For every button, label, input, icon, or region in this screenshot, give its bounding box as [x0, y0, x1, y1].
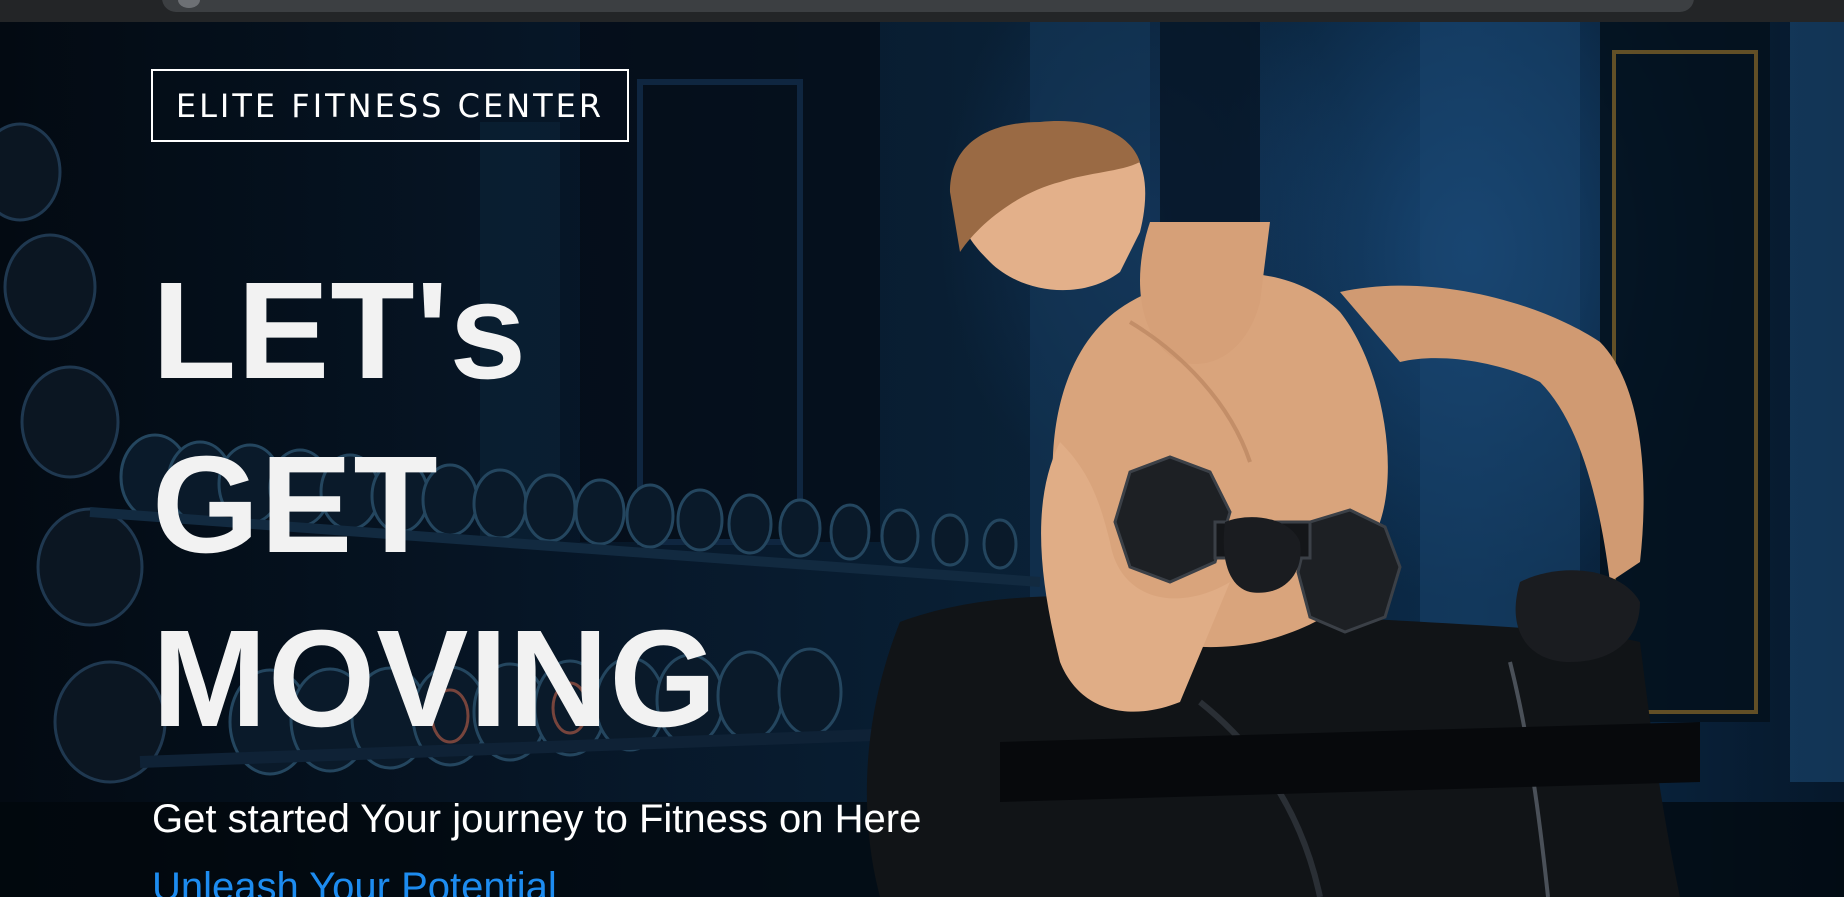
- headline-line-3: MOVING: [152, 602, 718, 756]
- hero-subtitle: Get started Your journey to Fitness on H…: [152, 797, 922, 841]
- browser-chrome: [0, 0, 1844, 23]
- hero-headline: LET's GET MOVING: [152, 244, 718, 766]
- headline-line-1: LET's: [152, 254, 528, 408]
- headline-line-2: GET: [152, 428, 439, 582]
- hero-section: ELITE FITNESS CENTER LET's GET MOVING Ge…: [0, 22, 1844, 897]
- brand-logo-box[interactable]: ELITE FITNESS CENTER: [151, 69, 629, 142]
- brand-name: ELITE FITNESS CENTER: [175, 86, 605, 125]
- address-bar[interactable]: [162, 0, 1694, 12]
- unleash-potential-link[interactable]: Unleash Your Potential: [152, 865, 557, 897]
